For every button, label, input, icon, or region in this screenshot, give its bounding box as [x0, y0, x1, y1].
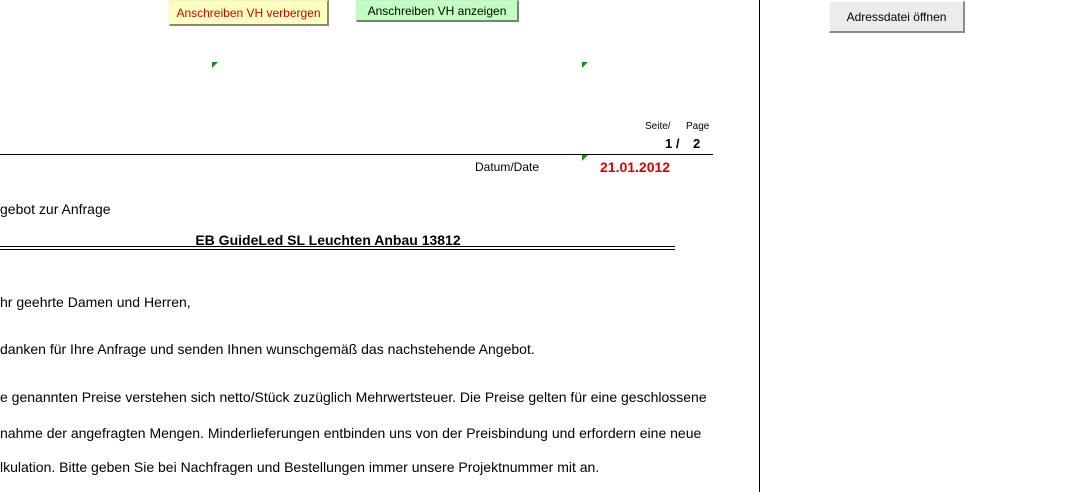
title-double-rule — [0, 246, 675, 250]
comment-marker-icon — [582, 155, 588, 161]
page-total: 2 — [693, 136, 701, 151]
date-label: Datum/Date — [475, 160, 540, 174]
show-cover-letter-button[interactable]: Anschreiben VH anzeigen — [356, 0, 519, 22]
open-address-file-button[interactable]: Adressdatei öffnen — [829, 1, 965, 33]
date-value: 21.01.2012 — [600, 159, 671, 175]
comment-marker-icon — [582, 62, 588, 68]
body-line: lkulation. Bitte geben Sie bei Nachfrage… — [0, 459, 600, 475]
salutation: hr geehrte Damen und Herren, — [0, 294, 191, 310]
page-break-line — [759, 0, 760, 492]
page-current: 1 / — [665, 136, 680, 151]
comment-marker-icon — [212, 62, 218, 68]
body-line: nahme der angefragten Mengen. Minderlief… — [0, 425, 702, 441]
page-label-de: Seite/ — [645, 121, 671, 132]
body-line: e genannten Preise verstehen sich netto/… — [0, 389, 707, 405]
header-rule — [0, 154, 713, 155]
page-label-en: Page — [686, 121, 710, 132]
hide-cover-letter-button[interactable]: Anschreiben VH verbergen — [169, 0, 329, 26]
subject-line: gebot zur Anfrage — [0, 201, 111, 217]
body-line: danken für Ihre Anfrage und senden Ihnen… — [0, 341, 535, 357]
